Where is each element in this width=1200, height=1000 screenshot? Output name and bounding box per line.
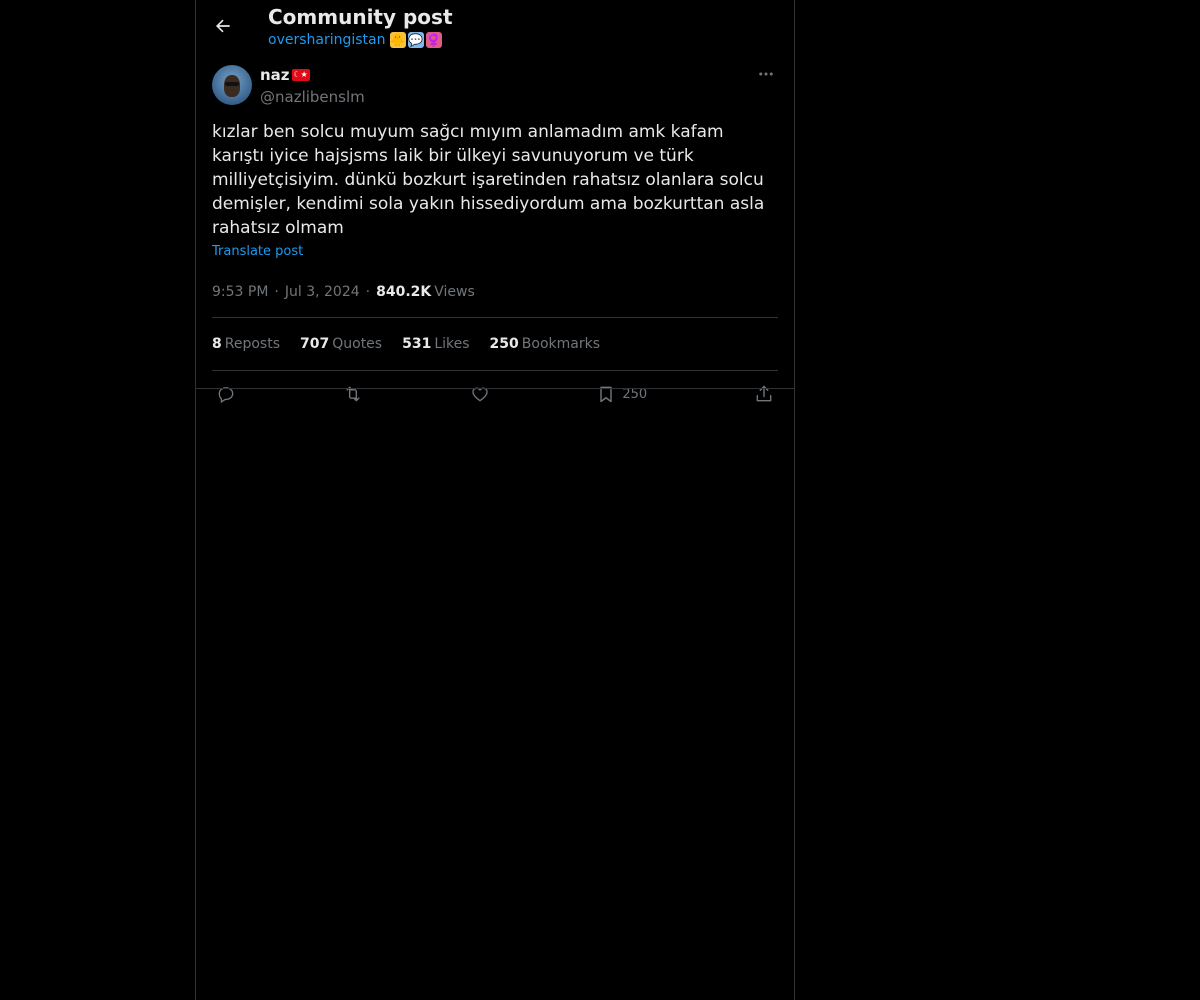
main-column: Community post oversharingistan 🐥 💬 ♀️ n… [195,0,795,1000]
turkey-flag-icon: ☾★ [291,69,310,81]
author-name-text: naz [260,66,290,84]
author-name[interactable]: naz ☾★ [260,66,310,84]
translate-post-link[interactable]: Translate post [212,244,303,259]
share-icon [756,385,772,402]
bookmarks-label: Bookmarks [521,336,600,352]
repost-icon [346,386,360,402]
like-button[interactable] [470,384,490,404]
reposts-count: 8 [212,336,222,352]
views-count: 840.2K [376,284,432,300]
post: naz ☾★ @nazlibenslm kızlar ben solcu muy… [196,64,794,417]
bookmarks-count: 250 [489,336,519,352]
meta-separator: · [274,284,279,300]
avatar-glasses [225,82,239,86]
post-text: kızlar ben solcu muyum sağcı mıyım anlam… [212,122,765,238]
community-link-row: oversharingistan 🐥 💬 ♀️ [268,32,442,48]
avatar-face [224,75,240,97]
action-bar: 250 [212,371,778,417]
post-date[interactable]: Jul 3, 2024 [285,284,360,300]
likes-stat[interactable]: 531 Likes [402,336,469,352]
page-title: Community post [268,5,453,29]
bookmarks-stat[interactable]: 250 Bookmarks [490,336,600,352]
post-meta: 9:53 PM · Jul 3, 2024 · 840.2K Views [212,275,778,318]
share-button[interactable] [754,384,774,404]
back-button[interactable] [208,11,238,41]
repost-button[interactable] [343,384,363,404]
author-row: naz ☾★ @nazlibenslm [212,64,778,120]
meta-separator: · [365,284,371,300]
speech-bubble-emoji: 💬 [407,32,424,48]
reposts-label: Reposts [224,336,280,352]
views-label: Views [434,284,475,300]
community-link[interactable]: oversharingistan [268,32,386,48]
author-handle[interactable]: @nazlibenslm [260,88,365,106]
reposts-stat[interactable]: 8 Reposts [212,336,280,352]
page-header: Community post oversharingistan 🐥 💬 ♀️ [196,0,794,56]
bookmark-button[interactable]: 250 [596,384,647,404]
heart-icon [471,387,488,402]
reply-button[interactable] [216,384,236,404]
likes-label: Likes [434,336,470,352]
more-horizontal-icon [759,72,773,76]
community-emojis: 🐥 💬 ♀️ [389,32,442,48]
quotes-count: 707 [300,336,330,352]
quotes-label: Quotes [332,336,383,352]
more-button[interactable] [754,64,778,84]
reply-icon [218,387,234,404]
arrow-left-icon [216,19,230,33]
post-time[interactable]: 9:53 PM [212,284,268,300]
engagement-stats: 8 Reposts 707 Quotes 531 Likes 250 Bookmarks [212,318,778,371]
chick-emoji: 🐥 [389,32,406,48]
bookmark-icon [600,386,613,403]
post-bottom-divider [196,388,794,389]
quotes-stat[interactable]: 707 Quotes [300,336,382,352]
avatar[interactable] [212,65,252,105]
female-sign-emoji: ♀️ [425,32,442,48]
likes-count: 531 [402,336,432,352]
